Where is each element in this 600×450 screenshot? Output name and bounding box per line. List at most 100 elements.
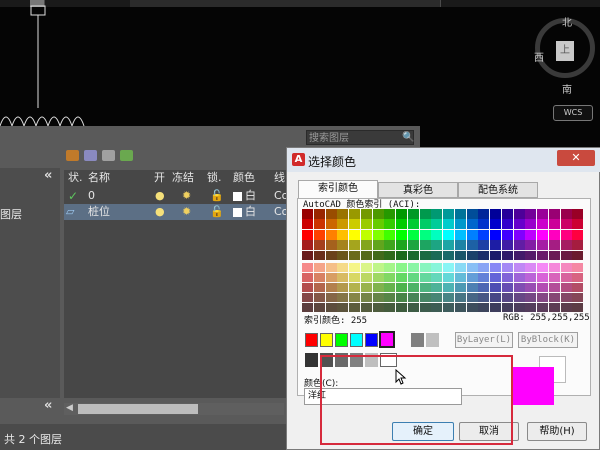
column-name[interactable]: 名称 (88, 170, 110, 186)
aci-swatch[interactable] (537, 229, 549, 240)
aci-swatch[interactable] (478, 229, 490, 240)
aci-swatch[interactable] (572, 303, 584, 313)
aci-swatch[interactable] (525, 229, 537, 240)
viewcube[interactable]: 北 西 南 上 (530, 10, 600, 100)
aci-swatch[interactable] (478, 263, 490, 273)
aci-swatch[interactable] (313, 263, 325, 273)
aci-swatch[interactable] (548, 229, 560, 240)
color-swatch[interactable] (233, 208, 242, 217)
aci-swatch[interactable] (548, 263, 560, 273)
aci-swatch[interactable] (337, 229, 349, 240)
aci-swatch[interactable] (349, 263, 361, 273)
standard-color-swatch[interactable] (379, 331, 395, 348)
column-freeze[interactable]: 冻结 (172, 170, 194, 186)
aci-swatch[interactable] (431, 303, 443, 313)
aci-swatch[interactable] (407, 250, 419, 261)
aci-swatch[interactable] (572, 229, 584, 240)
aci-swatch[interactable] (372, 209, 384, 219)
aci-swatch[interactable] (419, 209, 431, 219)
aci-swatch[interactable] (560, 250, 572, 261)
aci-swatch[interactable] (548, 240, 560, 250)
aci-swatch[interactable] (454, 293, 466, 303)
aci-swatch[interactable] (548, 250, 560, 261)
aci-swatch[interactable] (313, 293, 325, 303)
aci-swatch[interactable] (360, 293, 372, 303)
aci-swatch[interactable] (443, 283, 455, 293)
aci-swatch[interactable] (525, 273, 537, 283)
tab-color-books[interactable]: 配色系统 (458, 182, 538, 198)
standard-color-swatch[interactable] (426, 333, 439, 347)
wcs-button[interactable]: WCS (553, 105, 593, 121)
tab-true-color[interactable]: 真彩色 (378, 182, 458, 198)
bylayer-button[interactable]: ByLayer(L) (455, 332, 513, 348)
aci-swatch[interactable] (560, 209, 572, 219)
aci-swatch[interactable] (572, 283, 584, 293)
aci-swatch[interactable] (302, 240, 314, 250)
aci-swatch[interactable] (396, 263, 408, 273)
aci-swatch[interactable] (419, 219, 431, 230)
aci-swatch[interactable] (431, 209, 443, 219)
aci-swatch[interactable] (513, 219, 525, 230)
aci-palette-main[interactable] (302, 209, 584, 261)
aci-swatch[interactable] (431, 229, 443, 240)
aci-swatch[interactable] (349, 303, 361, 313)
aci-swatch[interactable] (325, 263, 337, 273)
aci-swatch[interactable] (560, 273, 572, 283)
aci-swatch[interactable] (396, 250, 408, 261)
scroll-left-icon[interactable]: ◀ (66, 403, 73, 413)
aci-swatch[interactable] (478, 219, 490, 230)
scrollbar-thumb[interactable] (78, 404, 198, 414)
aci-swatch[interactable] (454, 263, 466, 273)
aci-swatch[interactable] (407, 273, 419, 283)
aci-swatch[interactable] (525, 209, 537, 219)
viewcube-south[interactable]: 南 (562, 81, 572, 96)
aci-swatch[interactable] (466, 229, 478, 240)
aci-swatch[interactable] (349, 293, 361, 303)
aci-swatch[interactable] (302, 283, 314, 293)
aci-swatch[interactable] (360, 219, 372, 230)
bulb-icon[interactable]: ● (155, 204, 165, 220)
aci-swatch[interactable] (443, 209, 455, 219)
aci-swatch[interactable] (537, 240, 549, 250)
viewcube-west[interactable]: 西 (534, 49, 544, 64)
aci-swatch[interactable] (349, 250, 361, 261)
aci-swatch[interactable] (537, 303, 549, 313)
aci-swatch[interactable] (454, 209, 466, 219)
aci-swatch[interactable] (372, 273, 384, 283)
aci-swatch[interactable] (572, 293, 584, 303)
aci-swatch[interactable] (501, 209, 513, 219)
aci-swatch[interactable] (431, 293, 443, 303)
aci-swatch[interactable] (337, 303, 349, 313)
aci-swatch[interactable] (360, 273, 372, 283)
aci-swatch[interactable] (384, 263, 396, 273)
aci-swatch[interactable] (396, 293, 408, 303)
aci-swatch[interactable] (384, 209, 396, 219)
aci-swatch[interactable] (490, 250, 502, 261)
aci-swatch[interactable] (454, 250, 466, 261)
aci-swatch[interactable] (407, 240, 419, 250)
aci-swatch[interactable] (337, 240, 349, 250)
aci-swatch[interactable] (419, 263, 431, 273)
aci-swatch[interactable] (325, 273, 337, 283)
drawing-canvas[interactable] (0, 0, 600, 130)
aci-swatch[interactable] (501, 283, 513, 293)
aci-swatch[interactable] (466, 250, 478, 261)
aci-swatch[interactable] (384, 219, 396, 230)
aci-swatch[interactable] (560, 283, 572, 293)
aci-swatch[interactable] (501, 219, 513, 230)
aci-swatch[interactable] (384, 293, 396, 303)
viewcube-top-face[interactable]: 上 (556, 41, 574, 61)
aci-swatch[interactable] (478, 303, 490, 313)
aci-swatch[interactable] (302, 219, 314, 230)
aci-swatch[interactable] (525, 263, 537, 273)
aci-swatch[interactable] (466, 283, 478, 293)
sun-icon[interactable]: ✹ (182, 188, 191, 204)
aci-swatch[interactable] (372, 283, 384, 293)
delete-layer-icon[interactable] (102, 150, 115, 161)
aci-swatch[interactable] (419, 293, 431, 303)
collapse-bottom-button[interactable]: « (44, 398, 52, 413)
column-on[interactable]: 开 (154, 170, 165, 186)
aci-swatch[interactable] (501, 293, 513, 303)
aci-swatch[interactable] (513, 283, 525, 293)
aci-swatch[interactable] (302, 263, 314, 273)
